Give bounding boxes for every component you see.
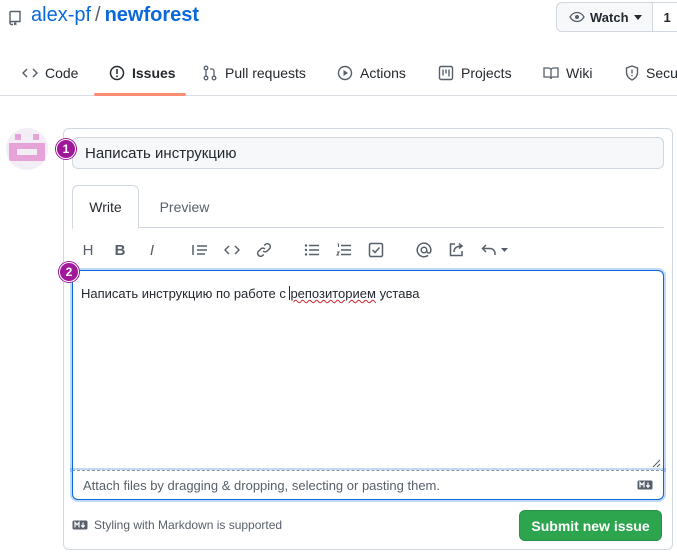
issue-body-text-before: Написать инструкцию по работе с bbox=[81, 286, 290, 301]
tab-projects-label: Projects bbox=[461, 65, 512, 81]
markdown-icon bbox=[72, 520, 88, 530]
attach-files-bar[interactable]: Attach files by dragging & dropping, sel… bbox=[72, 470, 664, 500]
watch-button[interactable]: Watch bbox=[557, 3, 653, 31]
attach-files-hint: Attach files by dragging & dropping, sel… bbox=[83, 477, 440, 493]
markdown-toolbar: H B I bbox=[72, 236, 664, 264]
heading-icon[interactable]: H bbox=[78, 240, 98, 260]
identicon-image bbox=[6, 128, 48, 170]
reply-icon[interactable] bbox=[480, 240, 510, 260]
italic-icon[interactable]: I bbox=[142, 240, 162, 260]
markdown-icon bbox=[637, 480, 653, 490]
watch-control: Watch 1 bbox=[556, 2, 677, 32]
issue-body-textarea[interactable]: Написать инструкцию по работе с репозито… bbox=[72, 270, 664, 470]
markdown-support-note[interactable]: Styling with Markdown is supported bbox=[72, 518, 282, 532]
bullet-list-icon[interactable] bbox=[302, 240, 322, 260]
reference-icon[interactable] bbox=[446, 240, 466, 260]
watch-count[interactable]: 1 bbox=[652, 3, 677, 31]
repo-title: alex-pf / newforest bbox=[31, 4, 199, 27]
tab-security[interactable]: Secu bbox=[625, 50, 677, 96]
shield-icon bbox=[625, 65, 639, 81]
book-icon bbox=[543, 67, 559, 80]
play-icon bbox=[337, 65, 353, 81]
tab-actions[interactable]: Actions bbox=[337, 50, 406, 96]
link-icon[interactable] bbox=[254, 240, 274, 260]
repo-nav-tabs: Code Issues Pull requests Actions Projec… bbox=[0, 50, 677, 96]
mention-icon[interactable] bbox=[414, 240, 434, 260]
repo-separator: / bbox=[95, 4, 101, 26]
issue-icon bbox=[109, 65, 125, 81]
tab-security-label: Secu bbox=[646, 65, 677, 81]
tab-wiki-label: Wiki bbox=[566, 65, 593, 81]
tab-issues[interactable]: Issues bbox=[109, 50, 176, 96]
repo-header: alex-pf / newforest Watch 1 bbox=[0, 0, 677, 40]
tab-actions-label: Actions bbox=[360, 65, 406, 81]
resize-handle-icon[interactable] bbox=[652, 459, 661, 468]
repo-owner-link[interactable]: alex-pf bbox=[31, 4, 91, 26]
tab-wiki[interactable]: Wiki bbox=[543, 50, 592, 96]
markdown-support-label: Styling with Markdown is supported bbox=[94, 518, 283, 532]
tab-pull-requests-label: Pull requests bbox=[225, 65, 306, 81]
tab-issues-label: Issues bbox=[132, 65, 176, 81]
quote-icon[interactable] bbox=[190, 240, 210, 260]
tab-code[interactable]: Code bbox=[22, 50, 78, 96]
code-icon[interactable] bbox=[222, 240, 242, 260]
task-list-icon[interactable] bbox=[366, 240, 386, 260]
issue-title-input[interactable]: Написать инструкцию bbox=[72, 137, 664, 169]
submit-new-issue-button[interactable]: Submit new issue bbox=[519, 510, 662, 541]
repo-icon bbox=[9, 10, 21, 26]
avatar[interactable] bbox=[6, 128, 48, 170]
bold-icon[interactable]: B bbox=[110, 240, 130, 260]
repo-name-link[interactable]: newforest bbox=[105, 4, 199, 26]
code-icon bbox=[22, 68, 38, 78]
tab-code-label: Code bbox=[45, 65, 79, 81]
tab-projects[interactable]: Projects bbox=[438, 50, 512, 96]
editor-tabs: Write Preview bbox=[72, 185, 664, 229]
issue-body-text-after: устава bbox=[375, 286, 420, 301]
tab-preview[interactable]: Preview bbox=[147, 185, 222, 228]
watch-label: Watch bbox=[590, 9, 629, 25]
tab-write[interactable]: Write bbox=[72, 185, 139, 229]
issue-body-misspelled-word: репозиторием bbox=[290, 286, 376, 301]
active-tab-indicator bbox=[94, 93, 186, 96]
chevron-down-icon bbox=[633, 14, 642, 20]
numbered-list-icon[interactable] bbox=[334, 240, 354, 260]
pull-request-icon bbox=[203, 65, 217, 81]
project-icon bbox=[438, 65, 454, 81]
tab-pull-requests[interactable]: Pull requests bbox=[202, 50, 306, 96]
step-badge-1: 1 bbox=[56, 139, 76, 159]
step-badge-2: 2 bbox=[59, 262, 79, 282]
eye-icon bbox=[569, 11, 585, 23]
